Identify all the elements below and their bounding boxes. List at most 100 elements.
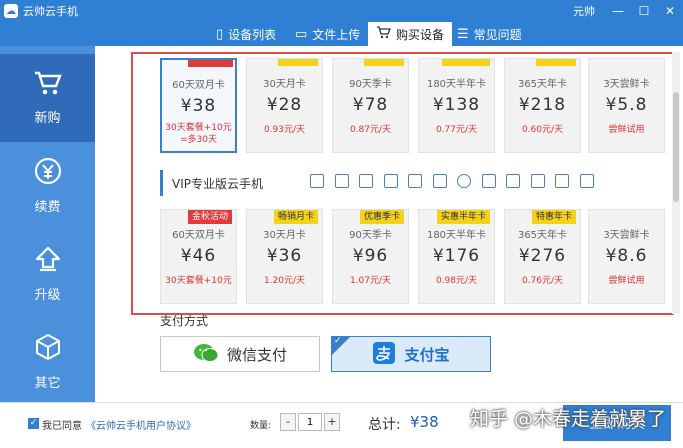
plan-badge: 优惠季卡 — [359, 210, 404, 224]
vibrate-icon — [359, 174, 373, 188]
plan-price: ¥28 — [266, 95, 303, 115]
plan-note-2: =多30天 — [180, 135, 217, 145]
plan-card-std-60[interactable]: 60天双月卡 ¥38 30天套餐+10元 =多30天 — [160, 58, 237, 153]
location-icon — [457, 174, 471, 188]
plan-price: ¥8.6 — [605, 246, 648, 266]
cart-icon — [33, 70, 63, 99]
tab-device-list[interactable]: ▯ 设备列表 — [208, 22, 284, 46]
plan-badge — [364, 59, 404, 66]
tab-label: 购买设备 — [396, 27, 445, 42]
wechat-icon — [193, 342, 219, 367]
plan-card-std-30[interactable]: 30天月卡 ¥28 0.93元/天 — [246, 58, 323, 153]
yen-circle-icon — [34, 157, 62, 188]
plan-card-vip-60[interactable]: 金秋活动 60天双月卡 ¥46 30天套餐+10元 — [160, 209, 237, 304]
vip-feature-icons — [310, 174, 604, 188]
sidebar-item-label: 新购 — [34, 111, 61, 126]
puzzle-icon — [408, 174, 422, 188]
minimize-button[interactable]: — — [605, 0, 631, 22]
plan-name: 3天尝鲜卡 — [603, 230, 650, 241]
tab-label: 设备列表 — [228, 27, 277, 42]
plan-card-vip-3[interactable]: 3天尝鲜卡 ¥8.6 尝鲜试用 — [588, 209, 665, 304]
scrollbar-thumb[interactable] — [673, 92, 679, 202]
app-logo-icon: ☁ — [4, 4, 18, 18]
wechat-pay-button[interactable]: 微信支付 — [160, 336, 320, 372]
plan-card-std-365[interactable]: 365天年卡 ¥218 0.60元/天 — [504, 58, 581, 153]
watermark-text: 知乎 @木春走着就累了 — [470, 408, 667, 430]
sidebar-item-renew[interactable]: 续费 — [0, 142, 95, 230]
folder-icon — [334, 174, 349, 188]
plan-badge: 特惠年卡 — [531, 210, 576, 224]
plan-note: 30天套餐+10元 — [165, 123, 232, 133]
plan-card-vip-365[interactable]: 特惠年卡 365天年卡 ¥276 0.76元/天 — [504, 209, 581, 304]
sidebar-item-other[interactable]: 其它 — [0, 318, 95, 406]
plan-price: ¥46 — [180, 246, 217, 266]
plan-badge — [188, 60, 233, 67]
sidebar-item-new-purchase[interactable]: 新购 — [0, 54, 95, 142]
check-icon: ✓ — [334, 336, 342, 346]
plan-note: 尝鲜试用 — [608, 276, 645, 286]
plan-price: ¥218 — [518, 95, 567, 115]
plan-card-std-180[interactable]: 180天半年卡 ¥138 0.77元/天 — [418, 58, 495, 153]
quantity-decrease-button[interactable]: - — [280, 413, 296, 431]
plan-name: 365天年卡 — [517, 79, 568, 90]
sidebar-item-label: 续费 — [34, 200, 61, 215]
total-label: 总计: — [368, 417, 401, 433]
section-accent-bar — [160, 170, 163, 196]
plan-price: ¥38 — [180, 96, 217, 116]
plan-note: 0.76元/天 — [521, 276, 564, 286]
plan-note: 1.20元/天 — [263, 276, 306, 286]
top-nav: ▯ 设备列表 ▭ 文件上传 购买设备 ☰ 常见问题 — [0, 22, 683, 46]
payment-option-label: 支付宝 — [404, 345, 450, 364]
agreement-link[interactable]: 《云帅云手机用户协议》 — [86, 417, 196, 432]
alipay-icon — [372, 341, 396, 368]
scan-icon — [383, 174, 398, 188]
plan-badge — [278, 59, 318, 66]
keyboard-icon — [310, 174, 324, 188]
quantity-input[interactable] — [298, 413, 322, 431]
quantity-increase-button[interactable]: + — [324, 413, 340, 431]
fullscreen-icon — [506, 174, 520, 188]
agree-text: 我已同意 — [42, 421, 82, 432]
arrow-up-icon — [34, 245, 62, 276]
window-title: 云帅云手机 — [23, 5, 78, 18]
plan-card-vip-180[interactable]: 实惠半年卡 180天半年卡 ¥176 0.98元/天 — [418, 209, 495, 304]
plan-name: 180天半年卡 — [426, 230, 487, 241]
folder-icon: ▭ — [295, 26, 308, 42]
plan-card-std-3[interactable]: 3天尝鲜卡 ¥5.8 尝鲜试用 — [588, 58, 665, 153]
phone-icon: ▯ — [216, 26, 224, 42]
sidebar: 新购 续费 升级 其它 — [0, 46, 95, 402]
close-button[interactable]: ✕ — [657, 0, 683, 22]
tab-buy-device[interactable]: 购买设备 — [368, 22, 453, 46]
plan-price: ¥138 — [432, 95, 481, 115]
alipay-button[interactable]: ✓ 支付宝 — [331, 336, 491, 372]
user-name[interactable]: 元帅 — [573, 3, 595, 19]
plan-badge — [442, 59, 490, 66]
agree-checkbox[interactable]: ✓ — [28, 418, 39, 429]
tab-file-upload[interactable]: ▭ 文件上传 — [287, 22, 368, 46]
title-bar: ☁ 云帅云手机 元帅 — ☐ ✕ — [0, 0, 683, 22]
plan-card-vip-90[interactable]: 优惠季卡 90天季卡 ¥96 1.07元/天 — [332, 209, 409, 304]
plan-price: ¥36 — [266, 246, 303, 266]
tab-faq[interactable]: ☰ 常见问题 — [449, 22, 530, 46]
plan-note: 0.98元/天 — [435, 276, 478, 286]
section-title: VIP专业版云手机 — [172, 176, 263, 191]
maximize-button[interactable]: ☐ — [631, 0, 657, 22]
plan-badge — [536, 59, 576, 66]
plan-note: 1.07元/天 — [349, 276, 392, 286]
plan-card-std-90[interactable]: 90天季卡 ¥78 0.87元/天 — [332, 58, 409, 153]
cube-icon — [34, 333, 62, 364]
plan-name: 60天双月卡 — [172, 80, 225, 91]
plan-note: 30天套餐+10元 — [165, 276, 232, 286]
plan-card-vip-30[interactable]: 畅销月卡 30天月卡 ¥36 1.20元/天 — [246, 209, 323, 304]
sidebar-item-upgrade[interactable]: 升级 — [0, 230, 95, 318]
plan-name: 90天季卡 — [349, 230, 392, 241]
plan-note: 尝鲜试用 — [608, 125, 645, 135]
plan-note: 0.77元/天 — [435, 125, 478, 135]
payment-option-label: 微信支付 — [226, 345, 287, 364]
rotate-icon — [432, 174, 447, 188]
total-value: ¥38 — [410, 413, 439, 431]
plan-price: ¥276 — [518, 246, 567, 266]
plan-price: ¥5.8 — [605, 95, 648, 115]
list-icon: ☰ — [457, 26, 469, 42]
plans-scrollbar[interactable] — [672, 52, 680, 314]
